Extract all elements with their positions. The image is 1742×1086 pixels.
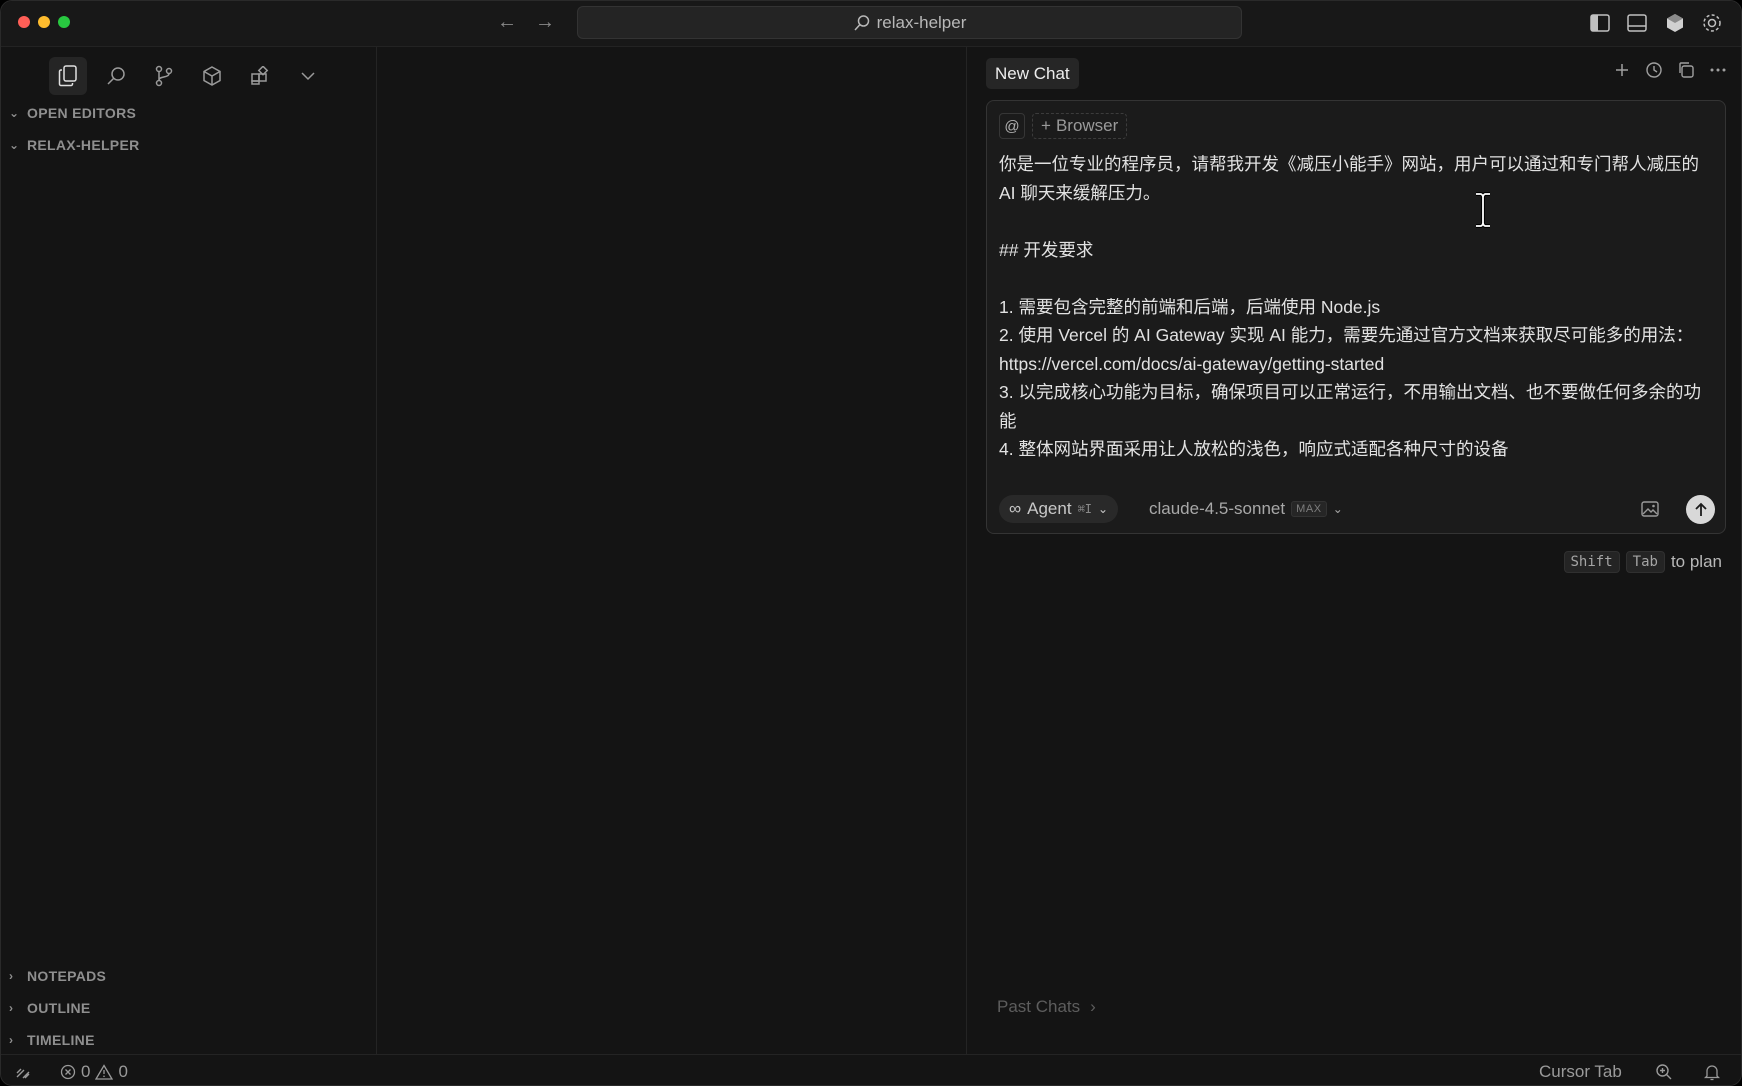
agent-label: Agent bbox=[1027, 499, 1072, 518]
past-chats-label: Past Chats bbox=[997, 997, 1081, 1016]
minimize-window-button[interactable] bbox=[38, 16, 50, 28]
workspace-name: relax-helper bbox=[876, 12, 967, 32]
section-label: NOTEPADS bbox=[27, 968, 107, 984]
more-views-chevron-down-icon[interactable] bbox=[289, 57, 327, 95]
toggle-sidebar-icon[interactable] bbox=[1587, 11, 1613, 35]
chevron-right-icon: › bbox=[9, 1001, 14, 1015]
cursor-tab-status[interactable]: Cursor Tab bbox=[1539, 1055, 1622, 1085]
forward-arrow-icon[interactable]: → bbox=[535, 11, 555, 33]
prompt-line: 你是一位专业的程序员，请帮我开发《减压小能手》网站，用户可以通过和专门帮人减压的… bbox=[999, 154, 1699, 203]
chevron-right-icon: › bbox=[9, 1033, 14, 1047]
app-window: ← → relax-helper ⌄ OPEN EDITORS ⌄ RELAX-… bbox=[0, 0, 1742, 1086]
infinity-icon: ∞ bbox=[1009, 499, 1022, 518]
max-badge: MAX bbox=[1291, 501, 1327, 517]
prompt-line: 3. 以完成核心功能为目标，确保项目可以正常运行，不用输出文档、也不要做任何多余… bbox=[999, 382, 1701, 431]
warning-count: 0 bbox=[118, 1061, 128, 1081]
tab-new-chat[interactable]: New Chat bbox=[986, 58, 1079, 89]
prompt-line: 4. 整体网站界面采用让人放松的浅色，响应式适配各种尺寸的设备 bbox=[999, 439, 1509, 459]
chevron-down-icon: ⌄ bbox=[1098, 502, 1109, 516]
agent-shortcut: ⌘I bbox=[1077, 502, 1093, 516]
close-window-button[interactable] bbox=[18, 16, 30, 28]
shift-key: Shift bbox=[1563, 551, 1620, 573]
attach-image-icon[interactable] bbox=[1639, 498, 1661, 520]
explorer-sidebar: ⌄ OPEN EDITORS ⌄ RELAX-HELPER › NOTEPADS… bbox=[1, 47, 377, 1054]
send-button[interactable] bbox=[1686, 495, 1715, 524]
prompt-line bbox=[999, 264, 1714, 293]
command-search-bar[interactable]: relax-helper bbox=[577, 6, 1242, 39]
extensions-cube-icon[interactable] bbox=[193, 57, 231, 95]
toggle-panel-icon[interactable] bbox=[1624, 11, 1650, 35]
error-count: 0 bbox=[81, 1061, 91, 1081]
prompt-line: ## 开发要求 bbox=[999, 239, 1094, 260]
settings-gear-icon[interactable] bbox=[1699, 11, 1725, 35]
section-timeline[interactable]: › TIMELINE bbox=[9, 1032, 95, 1048]
title-bar: ← → relax-helper bbox=[1, 1, 1741, 47]
notifications-bell-icon[interactable] bbox=[1704, 1055, 1720, 1085]
prompt-line: 1. 需要包含完整的前端和后端，后端使用 Node.js bbox=[999, 296, 1381, 317]
browser-label: Browser bbox=[1055, 116, 1119, 135]
section-outline[interactable]: › OUTLINE bbox=[9, 1000, 91, 1016]
chevron-down-icon: ⌄ bbox=[1332, 502, 1343, 516]
text-cursor-icon bbox=[1476, 192, 1490, 228]
zoom-icon[interactable] bbox=[1655, 1055, 1673, 1085]
cursor-logo-icon[interactable] bbox=[1662, 11, 1688, 35]
add-browser-context-button[interactable]: + Browser bbox=[1032, 113, 1128, 139]
chat-composer[interactable]: @ + Browser 你是一位专业的程序员，请帮我开发《减压小能手》网站，用户… bbox=[986, 100, 1726, 534]
status-bar: 0 0 Cursor Tab bbox=[1, 1054, 1741, 1085]
model-name: claude-4.5-sonnet bbox=[1149, 499, 1286, 518]
source-control-icon[interactable] bbox=[145, 57, 183, 95]
chat-actions bbox=[1613, 61, 1727, 79]
activity-bar bbox=[49, 57, 327, 95]
section-label: OUTLINE bbox=[27, 1000, 91, 1016]
section-project-folder[interactable]: ⌄ RELAX-HELPER bbox=[9, 137, 140, 153]
copy-window-icon[interactable] bbox=[1677, 61, 1695, 79]
hint-text: to plan bbox=[1670, 552, 1722, 571]
editor-area[interactable] bbox=[378, 47, 967, 1054]
context-row: @ + Browser bbox=[999, 113, 1128, 139]
section-notepads[interactable]: › NOTEPADS bbox=[9, 968, 106, 984]
plus-icon[interactable] bbox=[1613, 61, 1631, 79]
search-icon[interactable] bbox=[97, 57, 135, 95]
chevron-right-icon: › bbox=[1090, 997, 1096, 1016]
mention-button[interactable]: @ bbox=[999, 113, 1025, 139]
section-label: RELAX-HELPER bbox=[27, 137, 140, 153]
composer-footer: ∞ Agent ⌘I ⌄ claude-4.5-sonnet MAX ⌄ bbox=[999, 495, 1715, 524]
chat-panel: New Chat @ + Browser 你是一位专业的程序员，请帮我开发《减压… bbox=[968, 47, 1741, 1054]
prompt-line: 2. 使用 Vercel 的 AI Gateway 实现 AI 能力，需要先通过… bbox=[999, 325, 1694, 374]
tab-key: Tab bbox=[1625, 551, 1665, 573]
back-arrow-icon[interactable]: ← bbox=[497, 11, 517, 33]
zoom-window-button[interactable] bbox=[58, 16, 70, 28]
extensions-grid-icon[interactable] bbox=[241, 57, 279, 95]
section-open-editors[interactable]: ⌄ OPEN EDITORS bbox=[9, 105, 136, 121]
remote-connection-icon[interactable] bbox=[15, 1055, 31, 1085]
chevron-down-icon: ⌄ bbox=[9, 138, 20, 152]
section-label: OPEN EDITORS bbox=[27, 105, 137, 121]
chevron-down-icon: ⌄ bbox=[9, 106, 20, 120]
past-chats-link[interactable]: Past Chats › bbox=[997, 997, 1096, 1017]
problems-indicator[interactable]: 0 0 bbox=[60, 1055, 128, 1085]
section-label: TIMELINE bbox=[27, 1032, 95, 1048]
warning-icon bbox=[95, 1063, 114, 1080]
chevron-right-icon: › bbox=[9, 969, 14, 983]
history-icon[interactable] bbox=[1645, 61, 1663, 79]
model-selector[interactable]: claude-4.5-sonnet MAX ⌄ bbox=[1149, 495, 1343, 523]
explorer-files-icon[interactable] bbox=[49, 57, 87, 95]
search-icon bbox=[854, 14, 869, 31]
plus-icon: + bbox=[1041, 116, 1051, 135]
prompt-line bbox=[999, 207, 1714, 236]
plan-mode-hint: Shift Tab to plan bbox=[1563, 551, 1722, 573]
agent-mode-dropdown[interactable]: ∞ Agent ⌘I ⌄ bbox=[999, 495, 1119, 523]
more-options-icon[interactable] bbox=[1709, 61, 1727, 79]
prompt-input[interactable]: 你是一位专业的程序员，请帮我开发《减压小能手》网站，用户可以通过和专门帮人减压的… bbox=[999, 150, 1714, 464]
error-icon bbox=[60, 1064, 76, 1079]
